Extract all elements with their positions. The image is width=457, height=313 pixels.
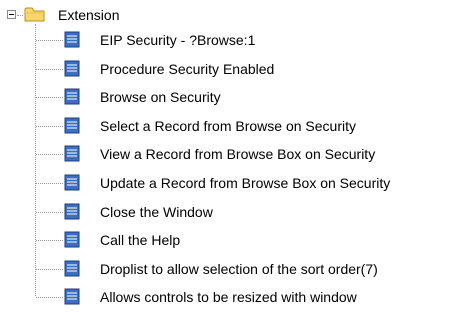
collapse-icon[interactable]	[7, 10, 16, 19]
tree-connector	[36, 154, 63, 155]
tree-node-item[interactable]: Droplist to allow selection of the sort …	[0, 258, 457, 282]
tree-node-item[interactable]: Browse on Security	[0, 86, 457, 110]
document-icon	[64, 88, 80, 105]
tree-node-item[interactable]: EIP Security - ?Browse:1	[0, 29, 457, 53]
tree-node-label: Allows controls to be resized with windo…	[100, 289, 357, 305]
tree-node-item[interactable]: Close the Window	[0, 201, 457, 225]
tree-connector	[36, 69, 63, 70]
tree-node-item[interactable]: Allows controls to be resized with windo…	[0, 286, 457, 310]
tree-connector	[36, 269, 63, 270]
tree-node-label: EIP Security - ?Browse:1	[100, 32, 256, 48]
tree-connector	[36, 40, 63, 41]
tree-connector	[36, 240, 63, 241]
tree-node-extension[interactable]: Extension	[0, 4, 300, 26]
tree-node-label: Select a Record from Browse on Security	[100, 118, 356, 134]
tree-node-item[interactable]: Select a Record from Browse on Security	[0, 115, 457, 139]
tree-node-label: Close the Window	[100, 204, 213, 220]
tree-node-label: Browse on Security	[100, 89, 221, 105]
tree-connector	[36, 97, 63, 98]
tree-connector	[17, 15, 23, 16]
tree-view: Extension EIP Security - ?Browse:1 Proced…	[0, 0, 457, 313]
tree-node-item[interactable]: View a Record from Browse Box on Securit…	[0, 143, 457, 167]
tree-node-label: Extension	[58, 7, 120, 23]
document-icon	[64, 145, 80, 162]
tree-connector	[36, 212, 63, 213]
folder-open-icon	[24, 7, 45, 22]
tree-node-item[interactable]: Update a Record from Browse Box on Secur…	[0, 172, 457, 196]
document-icon	[64, 31, 80, 48]
tree-connector	[36, 126, 63, 127]
tree-node-label: Procedure Security Enabled	[100, 61, 275, 77]
tree-node-label: View a Record from Browse Box on Securit…	[100, 146, 376, 162]
document-icon	[64, 60, 80, 77]
document-icon	[64, 260, 80, 277]
tree-node-item[interactable]: Call the Help	[0, 229, 457, 253]
document-icon	[64, 288, 80, 305]
tree-node-label: Droplist to allow selection of the sort …	[100, 261, 378, 277]
tree-connector	[36, 183, 63, 184]
document-icon	[64, 174, 80, 191]
document-icon	[64, 231, 80, 248]
tree-node-item[interactable]: Procedure Security Enabled	[0, 58, 457, 82]
document-icon	[64, 203, 80, 220]
tree-node-label: Call the Help	[100, 232, 181, 248]
document-icon	[64, 117, 80, 134]
tree-connector	[36, 297, 63, 298]
tree-node-label: Update a Record from Browse Box on Secur…	[100, 175, 391, 191]
